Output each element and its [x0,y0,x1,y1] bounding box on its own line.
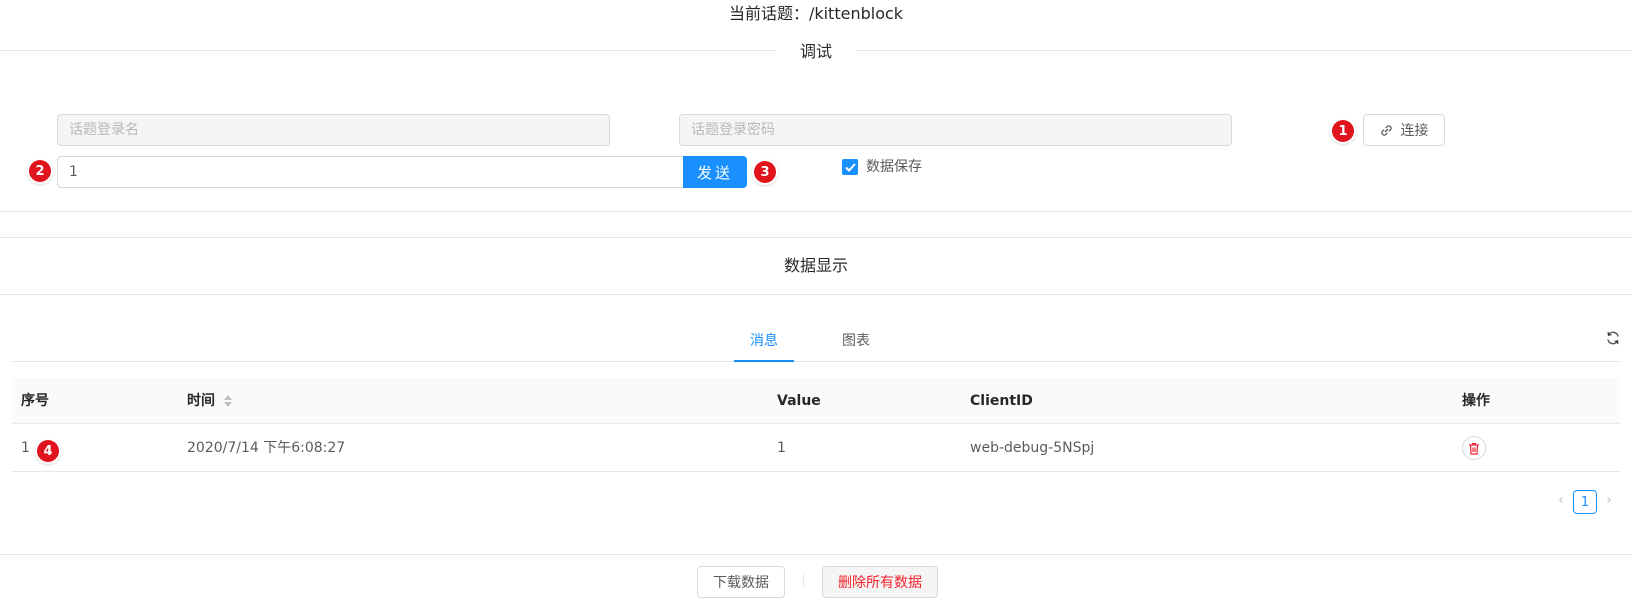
cell-clientid: web-debug-5NSpj [970,440,1095,456]
link-icon [1380,124,1393,137]
section-divider [0,294,1632,295]
column-header-actions: 操作 [1462,393,1490,409]
column-header-clientid: ClientID [970,393,1033,409]
check-icon [844,162,856,172]
delete-all-label: 删除所有数据 [838,575,922,591]
tabs-bar-border [12,361,1620,362]
password-input[interactable]: 话题登录密码 [679,114,1232,146]
next-page-icon[interactable]: › [1601,492,1617,508]
delete-icon [1469,442,1479,455]
username-input[interactable]: 话题登录名 [57,114,610,146]
annotation-badge-4: 4 [37,440,59,462]
section-divider [0,211,1632,212]
page-item-current[interactable]: 1 [1573,490,1597,514]
connect-label: 连接 [1400,123,1429,139]
delete-row-button[interactable] [1462,436,1486,460]
annotation-badge-3: 3 [754,161,776,183]
download-label: 下载数据 [713,575,769,591]
topic-title: 当前话题：/kittenblock [728,4,904,23]
column-header-value: Value [777,393,821,409]
save-checkbox[interactable] [842,159,858,175]
tab-messages[interactable]: 消息 [734,330,794,352]
cell-time: 2020/7/14 下午6:08:27 [187,440,346,456]
send-button[interactable]: 发送 [683,156,747,188]
cell-value: 1 [777,440,786,456]
prev-page-icon[interactable]: ‹ [1553,492,1569,508]
column-header-index: 序号 [21,393,49,409]
column-header-time[interactable]: 时间 [187,390,215,412]
footer-button-separator [803,574,804,588]
download-data-button[interactable]: 下载数据 [697,566,785,598]
data-display-title: 数据显示 [783,256,848,275]
connect-button[interactable]: 连接 [1363,114,1445,146]
send-label: 发送 [696,163,733,182]
delete-all-data-button[interactable]: 删除所有数据 [822,566,938,598]
sort-icon[interactable] [223,394,233,408]
footer-divider [0,554,1632,555]
send-input[interactable]: 1 [57,156,684,188]
save-checkbox-label[interactable]: 数据保存 [866,157,922,177]
section-divider [0,237,1632,238]
tab-chart[interactable]: 图表 [826,330,886,352]
annotation-badge-1: 1 [1332,120,1354,142]
sync-icon[interactable] [1605,330,1621,346]
tab-active-indicator [734,360,794,362]
debug-divider-label: 调试 [776,40,856,64]
annotation-badge-2: 2 [29,160,51,182]
cell-index: 1 [21,440,30,456]
